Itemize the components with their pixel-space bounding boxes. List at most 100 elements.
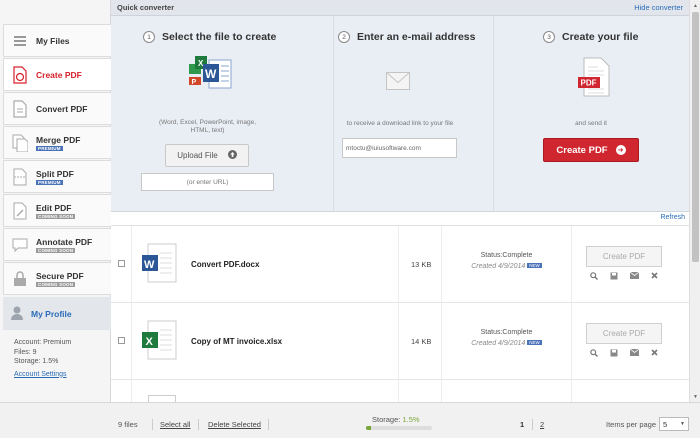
file-count: 9 files: [118, 420, 138, 429]
created-date: Created 4/9/2014: [471, 340, 526, 347]
account-info: Account: Premium Files: 9 Storage: 1.5% …: [14, 338, 71, 379]
sidebar-item-merge-pdf[interactable]: Merge PDF PREMIUM: [3, 126, 111, 159]
step-select-file: 1 Select the file to create X P W (Word,…: [131, 16, 321, 212]
table-row[interactable]: W Convert PDF.docx 13 KB Status:Complete…: [111, 226, 689, 303]
file-size: 13 KB: [411, 260, 432, 269]
create-pdf-icon: [8, 63, 32, 87]
split-pdf-icon: [8, 165, 32, 189]
account-settings-link[interactable]: Account Settings: [14, 370, 71, 380]
select-all-link[interactable]: Select all: [160, 420, 190, 429]
table-row[interactable]: [111, 380, 689, 403]
sidebar-item-secure-pdf[interactable]: Secure PDF COMING SOON: [3, 262, 111, 295]
email-icon[interactable]: [629, 348, 639, 357]
close-icon[interactable]: [650, 348, 659, 357]
email-field[interactable]: [342, 138, 457, 158]
row-create-pdf-button[interactable]: Create PDF: [586, 246, 662, 267]
step-title: Create your file: [562, 31, 639, 43]
storage-value: 1.5%: [402, 415, 420, 424]
account-files: Files: 9: [14, 348, 37, 356]
sidebar-item-convert-pdf[interactable]: Convert PDF: [3, 92, 111, 125]
file-name[interactable]: Copy of MT invoice.xlsx: [191, 337, 282, 346]
file-list: W Convert PDF.docx 13 KB Status:Complete…: [111, 225, 689, 403]
svg-text:PDF: PDF: [581, 79, 597, 88]
sidebar-item-split-pdf[interactable]: Split PDF PREMIUM: [3, 160, 111, 193]
search-icon[interactable]: [589, 271, 598, 280]
storage-indicator: Storage: 1.5%: [372, 415, 420, 424]
scrollbar-thumb[interactable]: [692, 12, 699, 262]
step-title: Enter an e-mail address: [357, 31, 476, 43]
refresh-link[interactable]: Refresh: [660, 214, 685, 221]
url-input[interactable]: [141, 173, 274, 191]
scroll-up-icon[interactable]: ▲: [691, 1, 700, 10]
sidebar-item-label: Edit PDF: [36, 202, 72, 213]
word-file-icon: W: [142, 243, 178, 283]
vertical-scrollbar[interactable]: ▲ ▼: [689, 0, 700, 402]
lock-icon: [8, 267, 32, 291]
save-icon[interactable]: [609, 348, 618, 357]
step-number: 3: [543, 31, 555, 43]
sidebar-item-label: Annotate PDF: [36, 236, 93, 247]
created-date: Created 4/9/2014: [471, 263, 526, 270]
status-text: Status:Complete: [480, 329, 533, 336]
step-number: 1: [143, 31, 155, 43]
chevron-down-icon: ▼: [680, 421, 685, 427]
file-types-hint-2: HTML, text): [190, 127, 225, 134]
create-pdf-button[interactable]: Create PDF ➜: [543, 138, 639, 162]
step-create: 3 Create your file PDF and send it Creat…: [493, 16, 689, 212]
row-create-pdf-button[interactable]: Create PDF: [586, 323, 662, 344]
sidebar-item-label: Merge PDF: [36, 134, 81, 145]
main-panel: Quick converter Hide converter 1 Select …: [111, 0, 689, 403]
file-status: Status:Complete Created 4/9/2014 NEW: [459, 251, 554, 272]
page-1[interactable]: 1: [520, 420, 524, 429]
envelope-icon: [386, 72, 410, 92]
table-row[interactable]: X Copy of MT invoice.xlsx 14 KB Status:C…: [111, 303, 689, 380]
sidebar-item-create-pdf[interactable]: Create PDF: [3, 58, 111, 91]
storage-label: Storage:: [372, 415, 401, 424]
edit-pdf-icon: [8, 199, 32, 223]
profile-label: My Profile: [31, 308, 72, 319]
quick-converter: 1 Select the file to create X P W (Word,…: [111, 16, 689, 212]
hide-converter-link[interactable]: Hide converter: [634, 3, 683, 12]
status-text: Status:Complete: [480, 252, 533, 259]
file-name[interactable]: Convert PDF.docx: [191, 260, 259, 269]
sidebar-item-my-profile[interactable]: My Profile: [3, 297, 111, 330]
arrow-right-icon: ➜: [615, 145, 626, 155]
items-per-page-select[interactable]: 5 ▼: [659, 417, 689, 431]
sidebar-item-edit-pdf[interactable]: Edit PDF COMING SOON: [3, 194, 111, 227]
sidebar: My Files Create PDF Convert PDF Merge PD…: [0, 0, 111, 402]
close-icon[interactable]: [650, 271, 659, 280]
upload-file-button[interactable]: Upload File: [165, 144, 249, 167]
upload-icon: [227, 150, 237, 161]
upload-label: Upload File: [177, 151, 218, 160]
sidebar-item-annotate-pdf[interactable]: Annotate PDF COMING SOON: [3, 228, 111, 261]
email-icon[interactable]: [629, 271, 639, 280]
page-2[interactable]: 2: [540, 420, 544, 429]
premium-badge: PREMIUM: [36, 179, 63, 185]
email-hint: to receive a download link to your file: [346, 120, 454, 127]
account-storage: Storage: 1.5%: [14, 358, 59, 365]
pdf-file-icon: PDF: [578, 57, 610, 99]
save-icon[interactable]: [609, 271, 618, 280]
row-actions: [589, 271, 659, 280]
office-files-icon: X P W: [187, 52, 233, 94]
merge-pdf-icon: [8, 131, 32, 155]
scroll-down-icon[interactable]: ▼: [691, 392, 700, 401]
footer-bar: 9 files Select all Delete Selected Stora…: [0, 402, 700, 438]
row-checkbox[interactable]: [118, 337, 125, 344]
sidebar-item-my-files[interactable]: My Files: [3, 24, 111, 57]
storage-progress-fill: [366, 426, 372, 430]
coming-soon-badge: COMING SOON: [36, 213, 76, 219]
sidebar-item-label: My Files: [36, 35, 70, 46]
excel-file-icon: X: [142, 320, 178, 360]
create-pdf-label: Create PDF: [556, 144, 608, 156]
items-per-page-value: 5: [663, 419, 668, 429]
file-size: 14 KB: [411, 337, 432, 346]
file-types-hint: (Word, Excel, PowerPoint, image,: [158, 119, 257, 126]
row-checkbox[interactable]: [118, 260, 125, 267]
search-icon[interactable]: [589, 348, 598, 357]
user-icon: [11, 306, 23, 322]
svg-text:W: W: [205, 67, 217, 81]
row-actions: [589, 348, 659, 357]
sidebar-item-label: Convert PDF: [36, 103, 88, 114]
delete-selected-link[interactable]: Delete Selected: [208, 420, 261, 429]
